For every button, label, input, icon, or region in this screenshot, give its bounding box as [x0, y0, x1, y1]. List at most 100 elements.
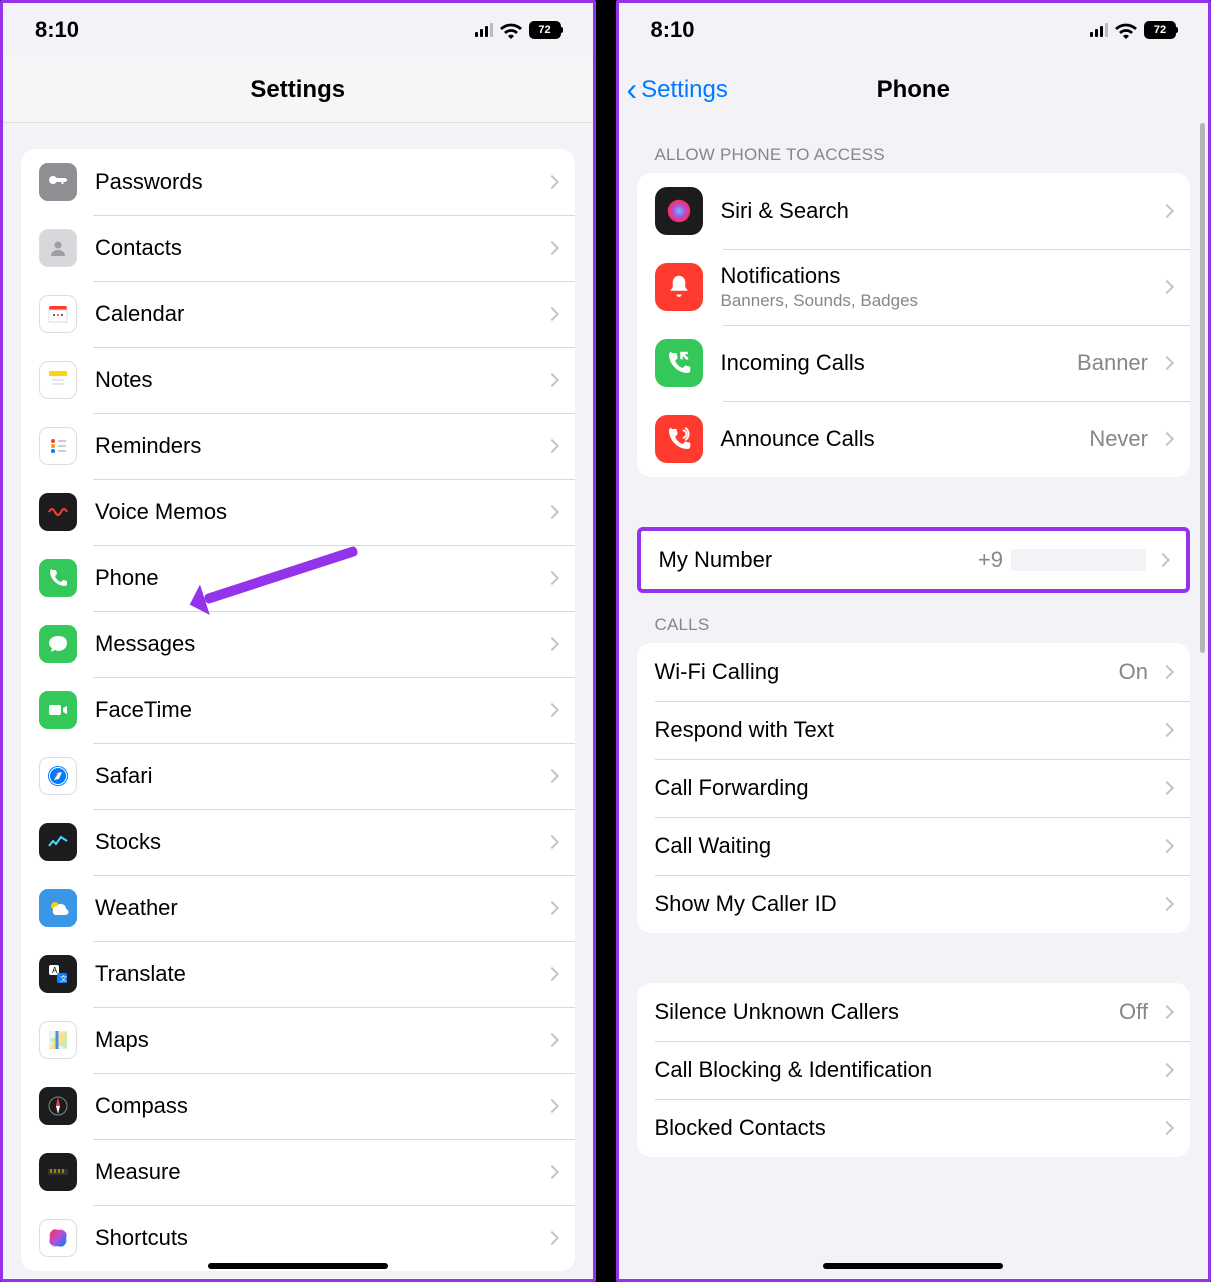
settings-row-notes[interactable]: Notes — [21, 347, 575, 413]
row-label: Silence Unknown Callers — [655, 999, 1120, 1025]
facetime-icon — [39, 691, 77, 729]
settings-row-phone[interactable]: Phone — [21, 545, 575, 611]
shortcuts-icon — [39, 1219, 77, 1257]
settings-row-measure[interactable]: Measure — [21, 1139, 575, 1205]
row-label: Contacts — [95, 235, 541, 261]
home-indicator[interactable] — [208, 1263, 388, 1269]
row-label: Shortcuts — [95, 1225, 541, 1251]
row-label: Weather — [95, 895, 541, 921]
chevron-right-icon — [544, 1231, 558, 1245]
settings-row-facetime[interactable]: FaceTime — [21, 677, 575, 743]
chevron-right-icon — [1160, 665, 1174, 679]
maps-icon — [39, 1021, 77, 1059]
calls-list-group: Wi-Fi Calling On Respond with Text Call … — [637, 643, 1191, 933]
row-label: Wi-Fi Calling — [655, 659, 1119, 685]
safari-icon — [39, 757, 77, 795]
settings-row-reminders[interactable]: Reminders — [21, 413, 575, 479]
row-respond-with-text[interactable]: Respond with Text — [637, 701, 1191, 759]
chevron-right-icon — [1160, 781, 1174, 795]
chevron-right-icon — [544, 1099, 558, 1113]
section-header-access: ALLOW PHONE TO ACCESS — [637, 123, 1191, 173]
bell-icon — [655, 263, 703, 311]
row-label: Blocked Contacts — [655, 1115, 1157, 1141]
chevron-right-icon — [544, 571, 558, 585]
settings-row-translate[interactable]: A文 Translate — [21, 941, 575, 1007]
chevron-right-icon — [544, 505, 558, 519]
row-call-forwarding[interactable]: Call Forwarding — [637, 759, 1191, 817]
row-label: Stocks — [95, 829, 541, 855]
chevron-right-icon — [544, 637, 558, 651]
chevron-right-icon — [1160, 204, 1174, 218]
row-detail: Never — [1089, 426, 1148, 452]
battery-icon: 72 — [1144, 21, 1176, 39]
row-text: Announce Calls — [721, 426, 1090, 452]
time-label: 8:10 — [35, 17, 79, 43]
my-number-group: My Number +9 — [637, 527, 1191, 593]
settings-row-weather[interactable]: Weather — [21, 875, 575, 941]
scroll-indicator[interactable] — [1200, 123, 1205, 653]
my-number-row[interactable]: My Number +9 — [641, 531, 1187, 589]
chevron-right-icon — [1160, 1121, 1174, 1135]
row-label: Safari — [95, 763, 541, 789]
row-label: Respond with Text — [655, 717, 1157, 743]
row-text: Notifications Banners, Sounds, Badges — [721, 263, 1157, 311]
messages-icon — [39, 625, 77, 663]
settings-row-voice-memos[interactable]: Voice Memos — [21, 479, 575, 545]
row-siri-search[interactable]: Siri & Search — [637, 173, 1191, 249]
row-sublabel: Banners, Sounds, Badges — [721, 291, 1157, 311]
home-indicator[interactable] — [823, 1263, 1003, 1269]
row-label: Voice Memos — [95, 499, 541, 525]
settings-row-calendar[interactable]: Calendar — [21, 281, 575, 347]
row-notifications[interactable]: Notifications Banners, Sounds, Badges — [637, 249, 1191, 325]
signal-icon — [475, 23, 493, 37]
settings-row-shortcuts[interactable]: Shortcuts — [21, 1205, 575, 1271]
phone-settings-screen: 8:10 72 ‹ Settings Phone ALLOW PHONE TO … — [616, 0, 1211, 1282]
row-label: Call Forwarding — [655, 775, 1157, 801]
settings-row-contacts[interactable]: Contacts — [21, 215, 575, 281]
chevron-right-icon — [544, 703, 558, 717]
settings-row-maps[interactable]: Maps — [21, 1007, 575, 1073]
chevron-right-icon — [544, 307, 558, 321]
settings-row-safari[interactable]: Safari — [21, 743, 575, 809]
chevron-right-icon — [1160, 839, 1174, 853]
settings-row-stocks[interactable]: Stocks — [21, 809, 575, 875]
row-blocked-contacts[interactable]: Blocked Contacts — [637, 1099, 1191, 1157]
chevron-right-icon — [1160, 1005, 1174, 1019]
status-icons: 72 — [475, 18, 561, 42]
row-silence-unknown-callers[interactable]: Silence Unknown Callers Off — [637, 983, 1191, 1041]
settings-row-messages[interactable]: Messages — [21, 611, 575, 677]
phone-settings-content: ALLOW PHONE TO ACCESS Siri & Search Noti… — [619, 123, 1209, 1279]
row-label: Siri & Search — [721, 198, 1157, 224]
chevron-right-icon — [1160, 356, 1174, 370]
row-label: Compass — [95, 1093, 541, 1119]
chevron-right-icon — [544, 373, 558, 387]
settings-list-content: Passwords Contacts Calendar Notes Remind… — [3, 123, 593, 1279]
chevron-right-icon — [1160, 897, 1174, 911]
chevron-right-icon — [544, 175, 558, 189]
row-label: Messages — [95, 631, 541, 657]
row-label: Notes — [95, 367, 541, 393]
row-label: Reminders — [95, 433, 541, 459]
row-show-my-caller-id[interactable]: Show My Caller ID — [637, 875, 1191, 933]
chevron-right-icon — [1160, 432, 1174, 446]
section-header-calls: CALLS — [637, 593, 1191, 643]
row-label: Passwords — [95, 169, 541, 195]
signal-icon — [1090, 23, 1108, 37]
chevron-right-icon — [544, 241, 558, 255]
chevron-right-icon — [544, 1165, 558, 1179]
row-incoming-calls[interactable]: Incoming Calls Banner — [637, 325, 1191, 401]
status-icons: 72 — [1090, 18, 1176, 42]
key-icon — [39, 163, 77, 201]
extra-list-group: Silence Unknown Callers Off Call Blockin… — [637, 983, 1191, 1157]
row-call-blocking-identification[interactable]: Call Blocking & Identification — [637, 1041, 1191, 1099]
back-label: Settings — [641, 76, 728, 104]
settings-row-passwords[interactable]: Passwords — [21, 149, 575, 215]
status-bar: 8:10 72 — [3, 3, 593, 57]
row-text: Incoming Calls — [721, 350, 1078, 376]
row-wi-fi-calling[interactable]: Wi-Fi Calling On — [637, 643, 1191, 701]
row-announce-calls[interactable]: Announce Calls Never — [637, 401, 1191, 477]
settings-row-compass[interactable]: Compass — [21, 1073, 575, 1139]
page-title: Settings — [250, 76, 345, 104]
row-call-waiting[interactable]: Call Waiting — [637, 817, 1191, 875]
back-button[interactable]: ‹ Settings — [627, 75, 728, 105]
